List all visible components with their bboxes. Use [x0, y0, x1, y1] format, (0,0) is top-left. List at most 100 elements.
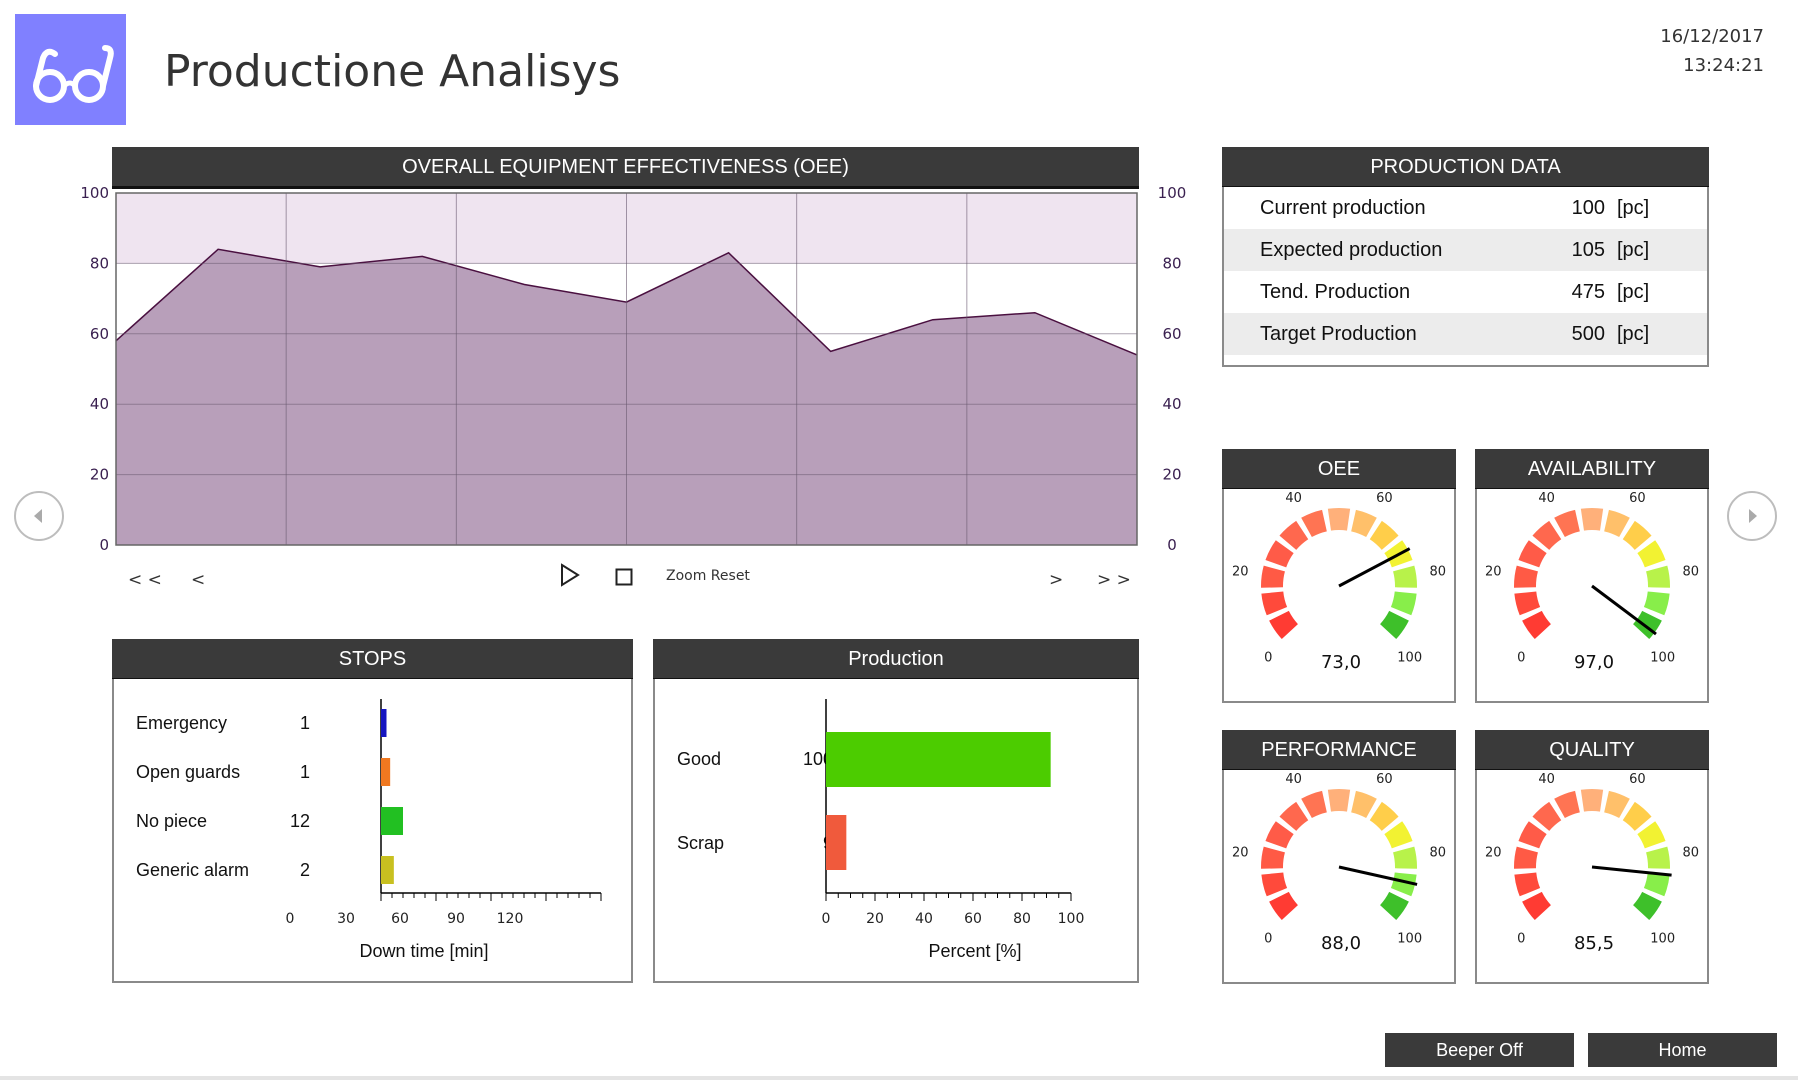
gauge-scale-label: 20 [1485, 564, 1502, 579]
gauge-scale-label: 100 [1650, 932, 1675, 947]
y-tick-label-right: 100 [1158, 185, 1187, 202]
tick-label: 90 [447, 911, 465, 927]
time-text: 13:24:21 [1683, 55, 1764, 76]
gauge-body: 0 20 40 60 80 100 73,0 [1222, 489, 1456, 703]
gauge-segment [1622, 801, 1652, 831]
gauge-scale-label: 80 [1429, 564, 1446, 579]
gauge-segment [1265, 821, 1294, 849]
last-page-button[interactable]: > > [1097, 570, 1131, 590]
gauge-segment [1637, 540, 1666, 568]
y-tick-label-left: 20 [90, 466, 109, 484]
gauge-segment [1301, 790, 1327, 819]
production-header: Production [653, 639, 1139, 681]
row-label: Target Production [1260, 323, 1417, 345]
gauge-segment [1301, 509, 1327, 538]
gauge-oee: OEE 0 20 40 60 80 100 73,0 [1222, 449, 1456, 703]
stops-panel: Emergency Open guards No piece Generic a… [112, 679, 633, 983]
production-panel: Good Scrap 100 9 0 20 40 60 80 100 Perce… [653, 679, 1139, 983]
gauge-segment [1604, 509, 1630, 538]
gauge-scale-label: 100 [1397, 932, 1422, 947]
gauge-dial: 0 20 40 60 80 100 85,5 [1485, 772, 1699, 954]
gauge-segment [1514, 565, 1538, 588]
gauge-segment [1580, 789, 1604, 812]
gauge-segment [1580, 508, 1604, 531]
gauge-scale-label: 40 [1538, 772, 1555, 787]
gauge-segment [1633, 610, 1662, 640]
tick-label: 0 [285, 911, 295, 927]
gauge-segment [1554, 509, 1580, 538]
y-tick-label-left: 80 [90, 254, 109, 272]
tick-label: 120 [496, 911, 524, 927]
gauge-segment [1369, 801, 1399, 831]
gauge-segment [1522, 610, 1551, 640]
gauge-title: QUALITY [1549, 739, 1635, 761]
glasses-icon [33, 45, 114, 103]
row-unit: [pc] [1617, 323, 1650, 345]
tick-label: 40 [915, 911, 933, 927]
y-tick-label-left: 0 [99, 536, 109, 554]
y-tick-label-right: 60 [1162, 325, 1181, 343]
prev-button[interactable]: < [191, 570, 205, 590]
gauge-scale-label: 60 [1376, 491, 1393, 506]
gauge-value: 88,0 [1321, 933, 1361, 954]
gauge-performance: PERFORMANCE 0 20 40 60 80 100 88,0 [1222, 730, 1456, 984]
gauge-scale-label: 60 [1629, 772, 1646, 787]
row-value: 105 [1571, 239, 1605, 261]
gauge-segment [1518, 821, 1547, 849]
page-title: Productione Analisys [164, 46, 621, 97]
gauge-dial: 0 20 40 60 80 100 88,0 [1232, 772, 1446, 954]
home-button[interactable]: Home [1588, 1033, 1777, 1067]
stops-chart [380, 699, 602, 901]
production-data-header: PRODUCTION DATA [1222, 147, 1709, 189]
gauge-scale-label: 40 [1538, 491, 1555, 506]
production-bar [826, 732, 1051, 787]
gauge-segment [1279, 520, 1309, 550]
gauge-segment [1369, 520, 1399, 550]
gauge-scale-label: 80 [1429, 845, 1446, 860]
gauge-dial: 0 20 40 60 80 100 97,0 [1485, 491, 1699, 673]
y-tick-label-left: 100 [80, 185, 109, 202]
gauge-segment [1269, 610, 1298, 640]
oee-chart-header: OVERALL EQUIPMENT EFFECTIVENESS (OEE) [112, 147, 1139, 189]
production-data-table: Current production 100 [pc] Expected pro… [1222, 187, 1709, 367]
gauge-segment [1269, 891, 1298, 921]
first-page-button[interactable]: < < [128, 570, 162, 590]
production-title: Production [848, 648, 944, 670]
next-button[interactable]: > [1049, 570, 1063, 590]
gauge-value: 85,5 [1574, 933, 1614, 954]
production-data-row: Expected production 105 [pc] [1224, 229, 1707, 271]
gauge-scale-label: 0 [1264, 932, 1272, 947]
gauge-segment [1261, 591, 1288, 616]
row-unit: [pc] [1617, 239, 1650, 261]
gauge-segment [1393, 846, 1417, 869]
gauge-scale-label: 40 [1285, 491, 1302, 506]
row-value: 475 [1571, 281, 1605, 303]
stops-title: STOPS [338, 648, 407, 670]
stop-bar [381, 758, 391, 786]
play-icon [561, 563, 580, 587]
y-tick-label-right: 40 [1162, 395, 1181, 413]
row-unit: [pc] [1617, 281, 1650, 303]
stops-xlabel: Down time [min] [359, 941, 489, 961]
gauge-title: PERFORMANCE [1261, 739, 1417, 761]
y-tick-label-right: 0 [1167, 536, 1177, 554]
stop-button[interactable] [615, 568, 633, 591]
gauge-title: OEE [1317, 458, 1361, 480]
gauge-segment [1518, 540, 1547, 568]
gauge-segment [1646, 565, 1670, 588]
gauge-segment [1380, 610, 1409, 640]
tick-label: 60 [964, 911, 982, 927]
beeper-off-button[interactable]: Beeper Off [1385, 1033, 1574, 1067]
stop-bar [381, 807, 403, 835]
gauge-segment [1390, 591, 1417, 616]
zoom-reset-button[interactable]: Zoom Reset [666, 568, 750, 584]
row-label: Tend. Production [1260, 281, 1411, 303]
gauge-scale-label: 0 [1264, 651, 1272, 666]
production-xlabel: Percent [%] [928, 941, 1022, 961]
gauge-scale-label: 100 [1397, 651, 1422, 666]
play-button[interactable] [559, 563, 581, 592]
production-chart [825, 699, 1072, 901]
gauge-segment [1532, 520, 1562, 550]
production-bar [826, 815, 847, 870]
gauge-scale-label: 80 [1682, 564, 1699, 579]
